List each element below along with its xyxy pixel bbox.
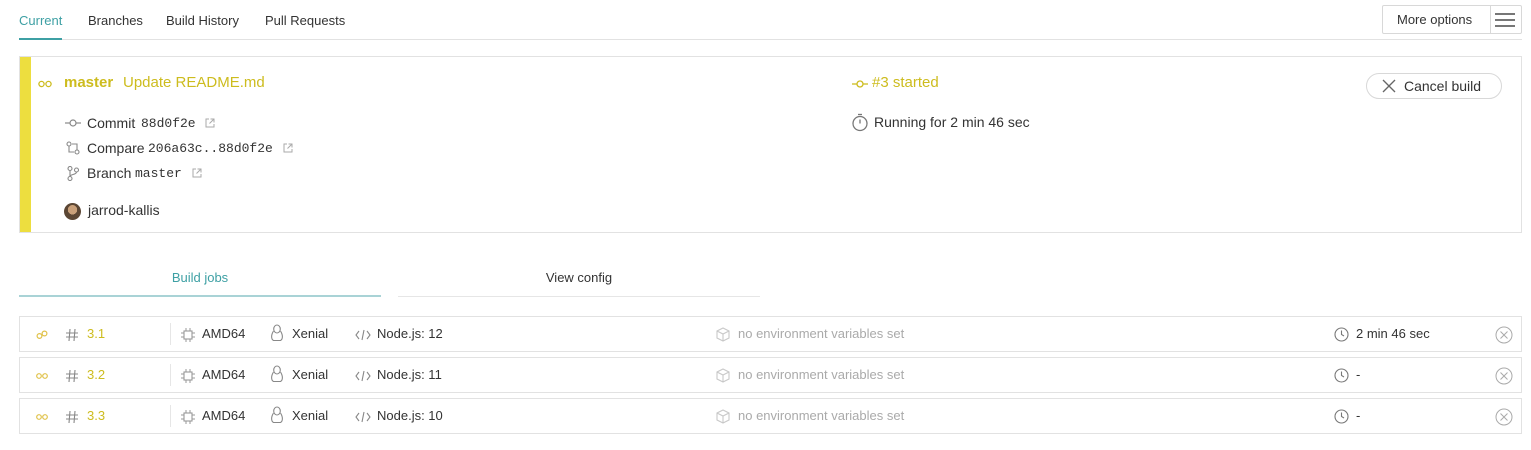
divider (170, 364, 171, 386)
commit-icon (852, 80, 868, 88)
hash-icon (66, 410, 78, 424)
more-options-button[interactable]: More options (1382, 5, 1522, 34)
divider (1490, 6, 1491, 33)
commit-message: Update README.md (123, 74, 265, 91)
job-arch: AMD64 (202, 367, 246, 382)
job-language: Node.js: 12 (377, 326, 443, 341)
cancel-job-icon[interactable] (1495, 408, 1513, 426)
job-queued-icon (36, 414, 48, 420)
running-time: Running for 2 min 46 sec (874, 114, 1030, 130)
branch-icon (67, 166, 79, 181)
job-queued-icon (36, 373, 48, 379)
compare-range[interactable]: 206a63c..88d0f2e (148, 141, 273, 156)
job-running-icon (36, 330, 48, 340)
branch-label: Branch (87, 165, 132, 181)
job-row[interactable]: 3.3 AMD64 Xenial Node.js: 10 no environm… (19, 398, 1522, 434)
divider (170, 405, 171, 427)
branch-name[interactable]: master (64, 74, 113, 91)
hash-icon (66, 369, 78, 383)
tab-build-jobs[interactable]: Build jobs (19, 270, 381, 297)
top-tabs: Current Branches Build History Pull Requ… (19, 0, 1522, 40)
tab-pull-requests[interactable]: Pull Requests (265, 13, 345, 28)
job-number[interactable]: 3.1 (87, 326, 105, 341)
tab-branches[interactable]: Branches (88, 13, 143, 28)
hamburger-icon (1495, 13, 1515, 27)
job-number[interactable]: 3.2 (87, 367, 105, 382)
external-link-icon[interactable] (192, 168, 202, 178)
clock-icon (1334, 368, 1349, 383)
stopwatch-icon (852, 113, 868, 132)
commit-hash[interactable]: 88d0f2e (141, 116, 196, 131)
job-os: Xenial (292, 408, 329, 423)
job-env: no environment variables set (738, 367, 905, 382)
job-arch: AMD64 (202, 326, 246, 341)
tab-current[interactable]: Current (19, 13, 63, 40)
commit-icon (65, 119, 81, 127)
external-link-icon[interactable] (283, 143, 293, 153)
build-running-icon (38, 80, 52, 88)
job-duration: - (1356, 408, 1361, 423)
compare-icon (66, 141, 80, 155)
more-options-label: More options (1397, 12, 1473, 27)
box-icon (716, 368, 730, 383)
commit-label: Commit (87, 115, 136, 131)
hash-icon (66, 328, 78, 342)
author-name[interactable]: jarrod-kallis (88, 202, 160, 218)
job-os: Xenial (292, 326, 329, 341)
job-row[interactable]: 3.2 AMD64 Xenial Node.js: 11 no environm… (19, 357, 1522, 393)
clock-icon (1334, 409, 1349, 424)
job-env: no environment variables set (738, 326, 905, 341)
close-icon (1382, 79, 1396, 93)
job-os: Xenial (292, 367, 329, 382)
compare-label: Compare (87, 140, 145, 156)
code-icon (355, 329, 371, 341)
job-arch: AMD64 (202, 408, 246, 423)
cpu-icon (181, 369, 195, 383)
job-env: no environment variables set (738, 408, 905, 423)
linux-icon (271, 324, 283, 342)
cancel-job-icon[interactable] (1495, 367, 1513, 385)
cpu-icon (181, 328, 195, 342)
cancel-job-icon[interactable] (1495, 326, 1513, 344)
linux-icon (271, 406, 283, 424)
build-card: master Update README.md #3 started Runni… (19, 56, 1522, 233)
divider (170, 323, 171, 345)
job-language: Node.js: 11 (377, 367, 442, 382)
box-icon (716, 327, 730, 342)
code-icon (355, 411, 371, 423)
external-link-icon[interactable] (205, 118, 215, 128)
linux-icon (271, 365, 283, 383)
code-icon (355, 370, 371, 382)
build-status[interactable]: #3 started (872, 74, 939, 91)
cancel-build-label: Cancel build (1404, 78, 1482, 94)
job-duration: 2 min 46 sec (1356, 326, 1430, 341)
box-icon (716, 409, 730, 424)
cpu-icon (181, 410, 195, 424)
status-bar (20, 57, 31, 232)
branch-value[interactable]: master (135, 166, 182, 181)
job-row[interactable]: 3.1 AMD64 Xenial Node.js: 12 no environm… (19, 316, 1522, 352)
clock-icon (1334, 327, 1349, 342)
tab-view-config[interactable]: View config (398, 270, 760, 297)
job-number[interactable]: 3.3 (87, 408, 105, 423)
job-duration: - (1356, 367, 1361, 382)
avatar (64, 203, 81, 220)
cancel-build-button[interactable]: Cancel build (1366, 73, 1502, 99)
job-language: Node.js: 10 (377, 408, 443, 423)
tab-build-history[interactable]: Build History (166, 13, 239, 28)
